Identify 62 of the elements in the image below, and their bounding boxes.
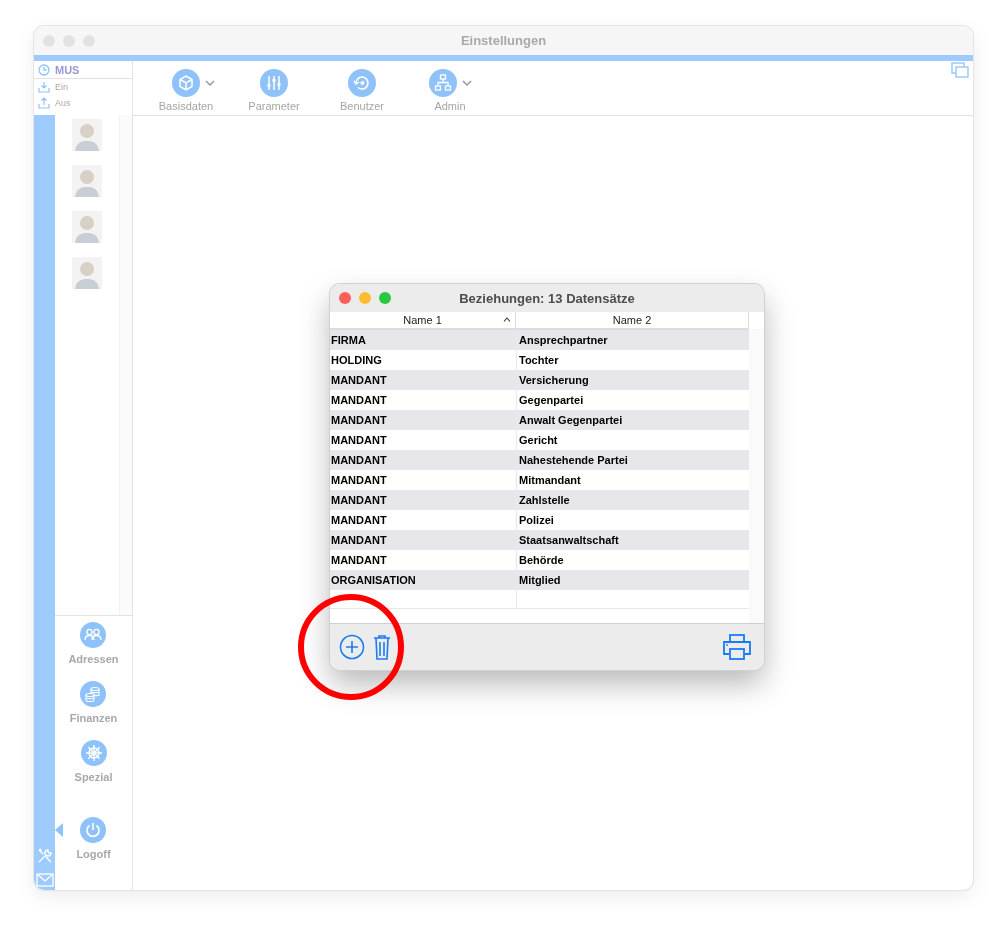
envelope-icon[interactable] xyxy=(35,873,54,887)
add-icon[interactable] xyxy=(339,634,365,660)
collapse-arrow-icon[interactable] xyxy=(55,823,63,837)
table-cell-text: Mitmandant xyxy=(518,473,582,488)
nav-button[interactable]: Adressen xyxy=(68,622,119,665)
upload-icon[interactable] xyxy=(38,97,50,109)
table-cell: FIRMA xyxy=(330,330,517,350)
column-header[interactable]: Name 2 xyxy=(516,312,749,328)
table-cell-text: Gegenpartei xyxy=(518,393,585,408)
printer-icon[interactable] xyxy=(722,634,752,660)
table-cell-text: Versicherung xyxy=(518,373,590,388)
dialog-title: Beziehungen: 13 Datensätze xyxy=(459,290,635,306)
table-cell-text: Polizei xyxy=(518,513,555,528)
toolbar-button[interactable]: Parameter xyxy=(241,61,307,112)
toolbar-button[interactable]: Admin xyxy=(417,61,483,112)
window-title: Einstellungen xyxy=(460,33,547,48)
refresh-icon xyxy=(348,69,376,97)
table-cell-text: Mitglied xyxy=(518,573,562,588)
helm-icon xyxy=(80,740,107,766)
table-cell: MANDANT xyxy=(330,370,517,390)
user-code: MUS xyxy=(55,63,80,76)
contact-avatar[interactable] xyxy=(72,119,102,151)
clock-action-link[interactable]: Ein xyxy=(55,82,68,92)
chevron-down-icon[interactable] xyxy=(205,80,215,86)
chevron-down-icon[interactable] xyxy=(461,80,472,86)
trash-icon[interactable] xyxy=(373,634,391,660)
power-icon xyxy=(80,817,107,843)
table-cell: MANDANT xyxy=(330,530,517,550)
sliders-icon xyxy=(260,69,288,97)
download-icon[interactable] xyxy=(38,81,50,93)
table-cell-text: Tochter xyxy=(518,353,560,368)
sort-ascending-icon xyxy=(503,317,511,322)
table-cell: ORGANISATION xyxy=(330,570,517,590)
contact-avatar[interactable] xyxy=(72,257,102,289)
table-cell-text: Anwalt Gegenpartei xyxy=(518,413,624,428)
table-cell-text: Behörde xyxy=(518,553,565,568)
toolbar-button[interactable]: Benutzer xyxy=(329,61,395,112)
table-cell-text: Gericht xyxy=(518,433,559,448)
nav-button[interactable]: Spezial xyxy=(74,740,113,783)
cube-icon xyxy=(172,69,200,97)
clock-icon xyxy=(38,63,50,76)
table-cell: MANDANT xyxy=(330,410,517,430)
table-cell: MANDANT xyxy=(330,450,517,470)
hierarchy-icon xyxy=(428,69,457,97)
window-close-button[interactable] xyxy=(339,292,351,304)
clock-action-link[interactable]: Aus xyxy=(55,98,71,108)
coins-icon xyxy=(80,681,107,707)
table-cell-text: Zahlstelle xyxy=(518,493,571,508)
table-cell-text: Nahestehende Partei xyxy=(518,453,629,468)
toolbar-button[interactable]: Basisdaten xyxy=(153,61,219,112)
window-zoom-button[interactable] xyxy=(379,292,391,304)
windows-icon[interactable] xyxy=(951,62,969,78)
contact-avatar[interactable] xyxy=(72,165,102,197)
table-cell-text: Ansprechpartner xyxy=(518,333,609,348)
column-header[interactable]: Name 1 xyxy=(330,312,516,328)
people-icon xyxy=(80,622,107,648)
nav-button[interactable]: Logoff xyxy=(76,817,111,860)
nav-button[interactable]: Finanzen xyxy=(69,681,118,724)
table-cell-text: Staatsanwaltschaft xyxy=(518,533,620,548)
window-minimize-button[interactable] xyxy=(359,292,371,304)
contact-avatar[interactable] xyxy=(72,211,102,243)
table-cell: MANDANT xyxy=(330,490,517,510)
